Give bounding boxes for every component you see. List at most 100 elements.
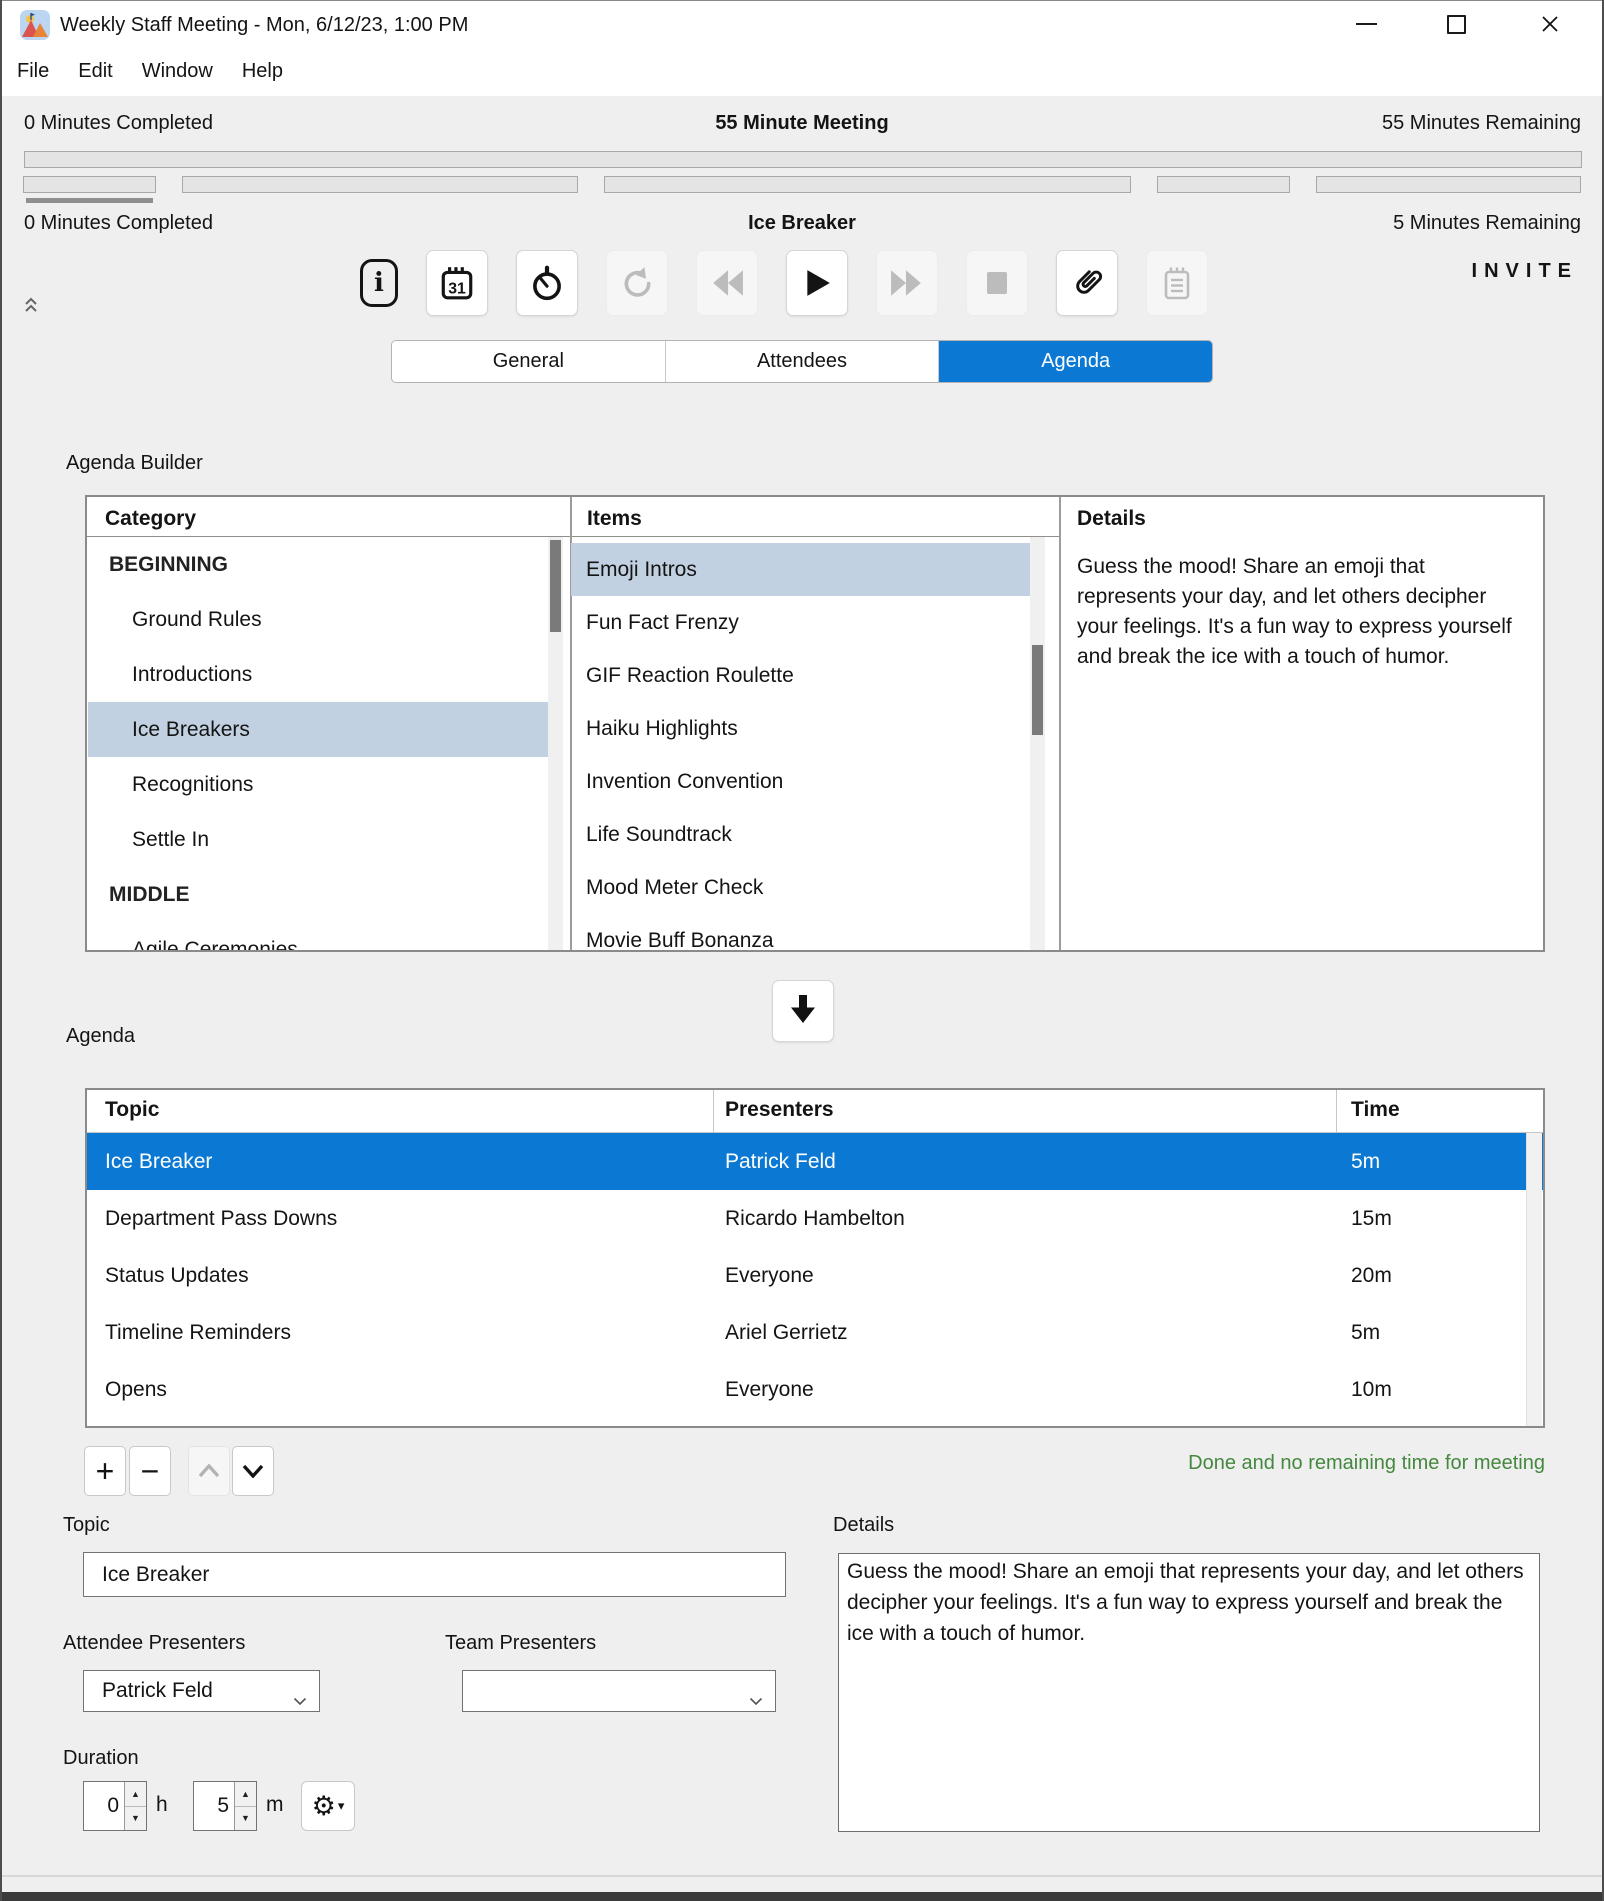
maximize-icon[interactable] bbox=[1436, 1, 1476, 47]
remove-row-button[interactable]: − bbox=[129, 1446, 171, 1496]
calendar-icon: 31 bbox=[438, 264, 476, 302]
hours-stepper[interactable]: 0 ▲▼ bbox=[83, 1781, 147, 1831]
menu-file[interactable]: File bbox=[17, 60, 49, 83]
item-details-text: Guess the mood! Share an emoji that repr… bbox=[1077, 552, 1522, 672]
move-row-down-button[interactable] bbox=[232, 1446, 274, 1496]
table-cell: 10m bbox=[1351, 1361, 1392, 1418]
category-item[interactable]: Introductions bbox=[88, 647, 548, 702]
items-list-item[interactable]: Invention Convention bbox=[571, 755, 1030, 808]
table-row[interactable]: OpensEveryone10m bbox=[87, 1361, 1543, 1418]
attendee-presenters-select[interactable]: Patrick Feld bbox=[83, 1670, 320, 1712]
agenda-table: Topic Presenters Time Ice BreakerPatrick… bbox=[85, 1088, 1545, 1428]
agenda-builder-label: Agenda Builder bbox=[66, 452, 203, 475]
agenda-segment-bars bbox=[23, 176, 1581, 193]
category-item[interactable]: Agile Ceremonies bbox=[88, 922, 548, 952]
rewind-button[interactable] bbox=[696, 250, 758, 316]
minutes-stepper[interactable]: 5 ▲▼ bbox=[193, 1781, 257, 1831]
caret-down-icon: ▾ bbox=[338, 1798, 345, 1814]
window-title: Weekly Staff Meeting - Mon, 6/12/23, 1:0… bbox=[60, 1, 468, 48]
table-cell: Timeline Reminders bbox=[105, 1304, 291, 1361]
table-row[interactable]: Timeline RemindersAriel Gerrietz5m bbox=[87, 1304, 1543, 1361]
items-scrollbar[interactable] bbox=[1030, 537, 1045, 950]
menu-bar: File Edit Window Help bbox=[0, 47, 1604, 96]
collapse-panel-icon[interactable] bbox=[24, 296, 38, 314]
category-scrollbar-thumb[interactable] bbox=[550, 540, 561, 632]
items-list-item[interactable]: Movie Buff Bonanza bbox=[571, 914, 1030, 952]
add-to-agenda-button[interactable] bbox=[772, 980, 834, 1042]
category-item[interactable]: Recognitions bbox=[88, 757, 548, 812]
item-remaining-label: 5 Minutes Remaining bbox=[1393, 210, 1581, 236]
notes-button[interactable] bbox=[1146, 250, 1208, 316]
table-row[interactable]: Department Pass DownsRicardo Hambelton15… bbox=[87, 1190, 1543, 1247]
tab-general[interactable]: General bbox=[392, 341, 666, 382]
chevron-down-icon bbox=[749, 1688, 763, 1712]
details-column-header: Details bbox=[1077, 507, 1146, 531]
meeting-remaining-label: 55 Minutes Remaining bbox=[1382, 110, 1581, 136]
add-row-button[interactable]: + bbox=[84, 1446, 126, 1496]
stopwatch-button[interactable] bbox=[516, 250, 578, 316]
gear-icon: ⚙ bbox=[312, 1793, 336, 1820]
category-item[interactable]: BEGINNING bbox=[88, 537, 548, 592]
play-button[interactable] bbox=[786, 250, 848, 316]
items-list-item[interactable]: GIF Reaction Roulette bbox=[571, 649, 1030, 702]
items-scrollbar-thumb[interactable] bbox=[1032, 645, 1043, 735]
invite-button[interactable]: INVITE bbox=[1472, 260, 1578, 283]
hours-value: 0 bbox=[84, 1782, 124, 1830]
menu-help[interactable]: Help bbox=[242, 60, 283, 83]
category-item[interactable]: MIDDLE bbox=[88, 867, 548, 922]
items-list-item[interactable]: Life Soundtrack bbox=[571, 808, 1030, 861]
topic-input[interactable] bbox=[83, 1552, 786, 1597]
items-list: Emoji IntrosFun Fact FrenzyGIF Reaction … bbox=[571, 537, 1030, 952]
menu-window[interactable]: Window bbox=[142, 60, 213, 83]
bottom-separator bbox=[0, 1875, 1604, 1877]
items-list-item[interactable]: Fun Fact Frenzy bbox=[571, 596, 1030, 649]
team-presenters-select[interactable] bbox=[462, 1670, 776, 1712]
category-scrollbar[interactable] bbox=[548, 537, 563, 950]
app-icon bbox=[20, 10, 50, 40]
agenda-segment bbox=[182, 176, 578, 193]
reset-button[interactable] bbox=[606, 250, 668, 316]
category-item[interactable]: Settle In bbox=[88, 812, 548, 867]
info-button[interactable]: i bbox=[360, 251, 398, 315]
agenda-segment bbox=[1316, 176, 1581, 193]
hours-up-icon[interactable]: ▲ bbox=[125, 1782, 146, 1807]
stop-button[interactable] bbox=[966, 250, 1028, 316]
agenda-table-body: Ice BreakerPatrick Feld5mDepartment Pass… bbox=[87, 1133, 1543, 1418]
calendar-button[interactable]: 31 bbox=[426, 250, 488, 316]
table-row[interactable]: Status UpdatesEveryone20m bbox=[87, 1247, 1543, 1304]
table-cell: Ricardo Hambelton bbox=[725, 1190, 905, 1247]
chevron-down-icon bbox=[293, 1688, 307, 1712]
category-item[interactable]: Ground Rules bbox=[88, 592, 548, 647]
table-cell: Opens bbox=[105, 1361, 167, 1418]
items-list-item[interactable]: Haiku Highlights bbox=[571, 702, 1030, 755]
notes-icon bbox=[1160, 265, 1194, 301]
minutes-down-icon[interactable]: ▼ bbox=[235, 1807, 256, 1831]
close-icon[interactable] bbox=[1530, 1, 1570, 47]
window-bottom-edge bbox=[0, 1892, 1604, 1901]
move-row-up-button[interactable] bbox=[188, 1446, 230, 1496]
fast-forward-icon bbox=[890, 268, 924, 298]
minimize-icon[interactable] bbox=[1346, 1, 1386, 47]
fast-forward-button[interactable] bbox=[876, 250, 938, 316]
items-list-item[interactable]: Emoji Intros bbox=[571, 543, 1030, 596]
duration-label: Duration bbox=[63, 1747, 139, 1770]
duration-options-button[interactable]: ⚙ ▾ bbox=[301, 1781, 355, 1831]
hours-down-icon[interactable]: ▼ bbox=[125, 1807, 146, 1831]
category-list: BEGINNINGGround RulesIntroductionsIce Br… bbox=[88, 537, 548, 952]
details-textarea[interactable]: Guess the mood! Share an emoji that repr… bbox=[838, 1553, 1540, 1832]
agenda-segment bbox=[23, 176, 156, 193]
table-cell: Everyone bbox=[725, 1247, 814, 1304]
agenda-segment bbox=[1157, 176, 1290, 193]
table-cell: Status Updates bbox=[105, 1247, 249, 1304]
table-cell: Ariel Gerrietz bbox=[725, 1304, 848, 1361]
minutes-up-icon[interactable]: ▲ bbox=[235, 1782, 256, 1807]
items-list-item[interactable]: Mood Meter Check bbox=[571, 861, 1030, 914]
table-cell: Department Pass Downs bbox=[105, 1190, 337, 1247]
agenda-table-scrollbar[interactable] bbox=[1526, 1133, 1542, 1426]
category-item[interactable]: Ice Breakers bbox=[88, 702, 548, 757]
tab-agenda[interactable]: Agenda bbox=[939, 341, 1212, 382]
table-row[interactable]: Ice BreakerPatrick Feld5m bbox=[87, 1133, 1543, 1190]
tab-attendees[interactable]: Attendees bbox=[666, 341, 940, 382]
attachment-button[interactable] bbox=[1056, 250, 1118, 316]
menu-edit[interactable]: Edit bbox=[78, 60, 112, 83]
